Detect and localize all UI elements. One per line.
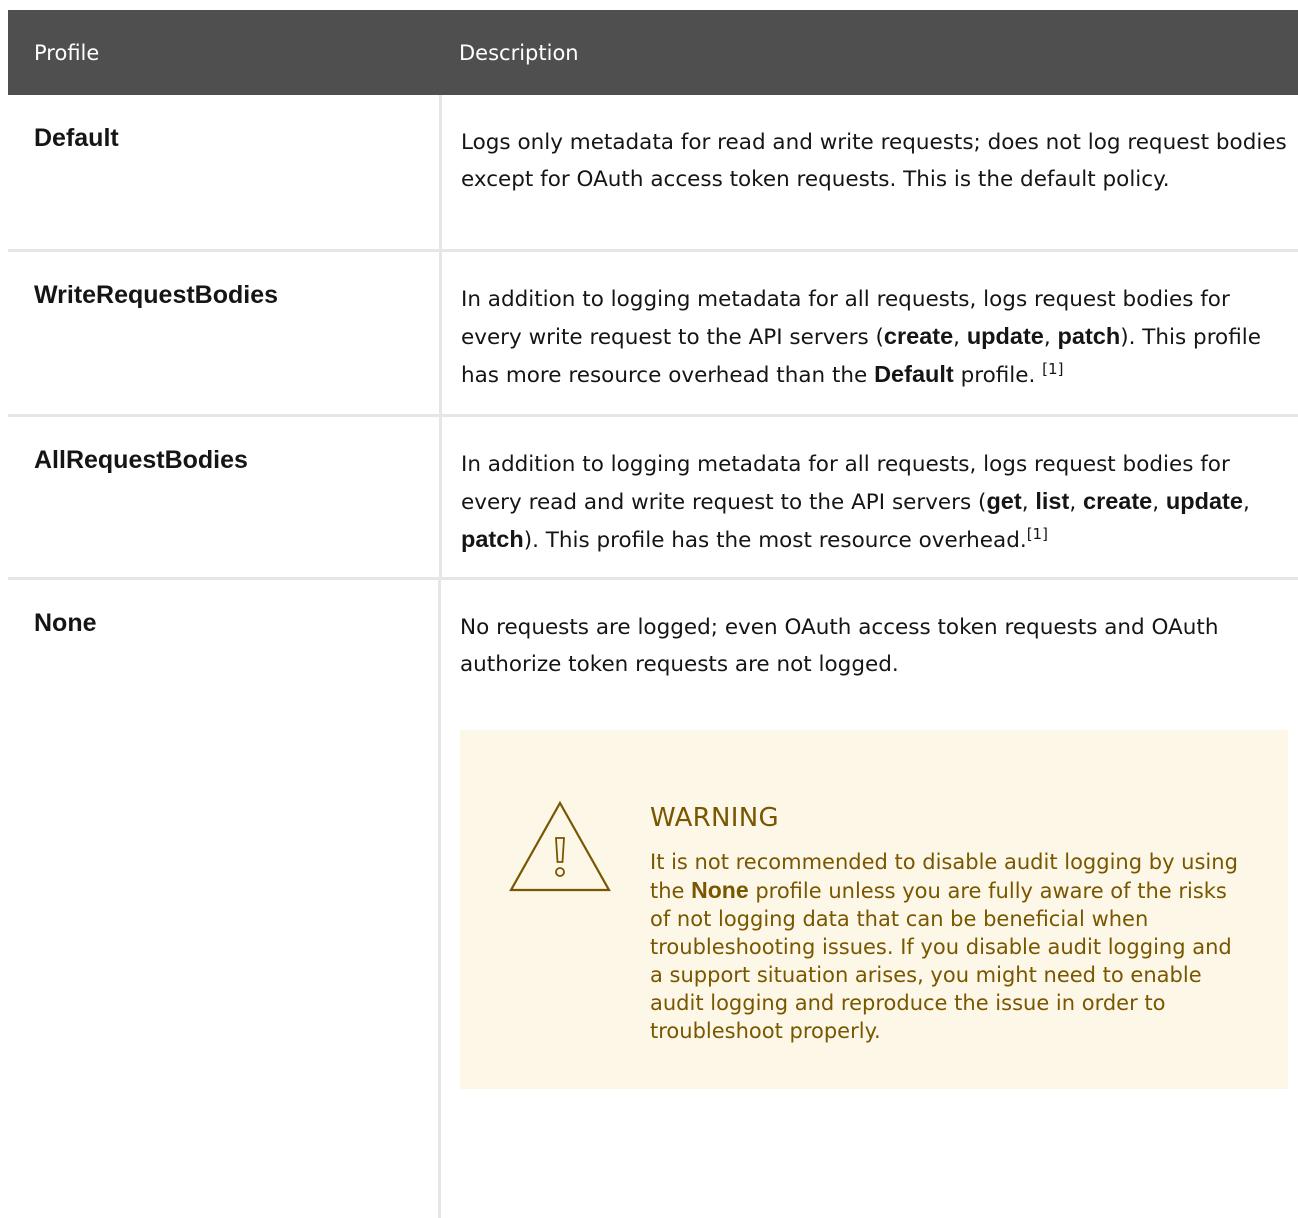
table-row: None No requests are logged; even OAuth … — [8, 580, 1298, 1218]
keyword-patch: patch — [1057, 323, 1121, 349]
keyword-list: list — [1035, 488, 1070, 514]
profile-description: In addition to logging metadata for all … — [461, 452, 1250, 553]
keyword-none: None — [691, 877, 749, 903]
warning-title: WARNING — [650, 803, 779, 833]
profile-description: Logs only metadata for read and write re… — [461, 130, 1287, 192]
audit-profile-table: Profile Description Default Logs only me… — [8, 10, 1298, 1218]
table-row: Default Logs only metadata for read and … — [8, 95, 1298, 252]
keyword-create: create — [1083, 488, 1153, 514]
table-row: WriteRequestBodies In addition to loggin… — [8, 252, 1298, 417]
table-header: Profile Description — [8, 10, 1298, 95]
profile-description: No requests are logged; even OAuth acces… — [441, 580, 1298, 1218]
keyword-update: update — [966, 323, 1044, 349]
header-profile: Profile — [34, 40, 100, 65]
keyword-create: create — [883, 323, 954, 349]
warning-triangle-icon — [509, 800, 611, 892]
keyword-patch: patch — [461, 526, 524, 552]
profile-name: WriteRequestBodies — [8, 252, 442, 414]
footnote-link[interactable]: [1] — [1042, 360, 1063, 378]
keyword-update: update — [1165, 488, 1243, 514]
keyword-default: Default — [874, 361, 954, 387]
keyword-get: get — [986, 488, 1022, 514]
warning-text: It is not recommended to disable audit l… — [650, 850, 1238, 1043]
warning-admonition: WARNING It is not recommended to disable… — [460, 730, 1288, 1089]
profile-name: Default — [8, 95, 442, 249]
profile-description: In addition to logging metadata for all … — [461, 287, 1261, 388]
header-description: Description — [459, 40, 579, 65]
profile-name: None — [8, 580, 441, 1218]
table-row: AllRequestBodies In addition to logging … — [8, 417, 1298, 580]
footnote-link[interactable]: [1] — [1027, 525, 1048, 543]
profile-name: AllRequestBodies — [8, 417, 442, 577]
